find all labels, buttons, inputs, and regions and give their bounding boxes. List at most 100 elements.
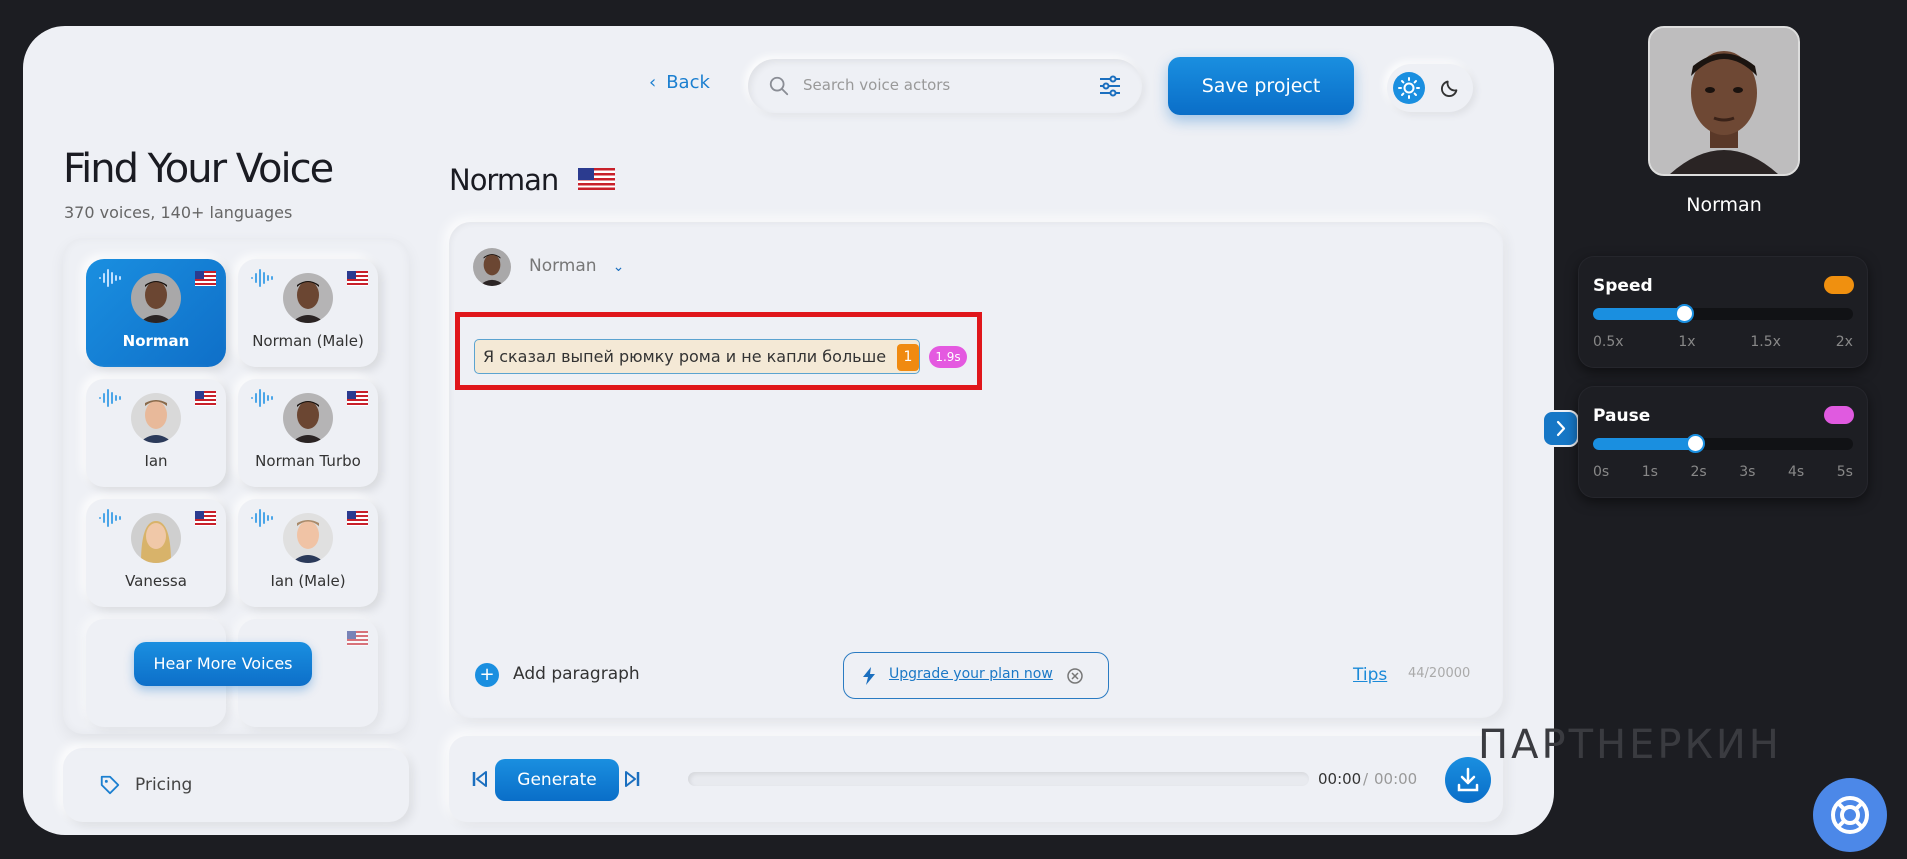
voice-card-ian-male[interactable]: Ian (Male) xyxy=(238,499,378,607)
avatar xyxy=(283,273,333,323)
waveform-icon xyxy=(99,389,121,407)
voice-name: Vanessa xyxy=(125,572,187,590)
waveform-icon xyxy=(251,509,273,527)
pause-tick: 4s xyxy=(1788,464,1805,480)
pause-label: Pause xyxy=(1593,406,1651,426)
waveform-icon xyxy=(251,389,273,407)
pause-tick: 2s xyxy=(1690,464,1707,480)
search-input[interactable]: Search voice actors xyxy=(803,76,950,94)
voice-name: Ian (Male) xyxy=(270,572,346,590)
speed-tick: 1.5x xyxy=(1750,334,1781,350)
watermark: ПАРТНЕРКИН xyxy=(1478,722,1782,768)
search-icon xyxy=(769,76,789,96)
voice-title: Norman xyxy=(449,163,559,197)
pause-slider[interactable] xyxy=(1593,434,1853,453)
selected-voice-name: Norman xyxy=(1686,194,1762,216)
avatar xyxy=(131,273,181,323)
voice-card-ian[interactable]: Ian xyxy=(86,379,226,487)
waveform-icon xyxy=(99,269,121,287)
voice-selector-label: Norman xyxy=(529,256,597,276)
voice-name: Norman xyxy=(122,332,190,350)
us-flag-icon xyxy=(347,511,368,526)
sun-icon xyxy=(1398,77,1420,99)
voice-card-norman[interactable]: Norman xyxy=(86,259,226,367)
chevron-right-icon xyxy=(1556,420,1566,437)
character-counter: 44/20000 xyxy=(1408,666,1471,681)
back-button[interactable]: ‹ Back xyxy=(649,72,710,93)
close-icon[interactable] xyxy=(1066,667,1084,685)
us-flag-icon xyxy=(347,271,368,286)
avatar xyxy=(131,513,181,563)
main-panel: Find Your Voice 370 voices, 140+ languag… xyxy=(23,26,1554,835)
speed-tick: 1x xyxy=(1678,334,1696,350)
panel-toggle-button[interactable] xyxy=(1542,410,1579,447)
tag-icon xyxy=(100,775,120,795)
duration-badge: 1.9s xyxy=(929,346,967,368)
voice-photo xyxy=(1648,26,1800,176)
filter-icon[interactable] xyxy=(1098,75,1122,97)
pause-tick: 0s xyxy=(1593,464,1610,480)
lightning-icon xyxy=(863,667,875,685)
theme-toggle[interactable] xyxy=(1387,64,1473,112)
us-flag-icon xyxy=(195,391,216,406)
page-title: Find Your Voice xyxy=(63,146,334,192)
speed-tick: 0.5x xyxy=(1593,334,1624,350)
us-flag-icon xyxy=(578,168,615,190)
voice-avatar xyxy=(473,248,511,286)
voice-selector[interactable]: Norman ⌄ xyxy=(529,256,624,276)
pricing-link[interactable]: Pricing xyxy=(63,748,409,822)
us-flag-icon xyxy=(347,391,368,406)
chevron-left-icon: ‹ xyxy=(649,72,657,93)
pause-tick: 3s xyxy=(1739,464,1756,480)
speed-control: Speed 0.5x 1x 1.5x 2x xyxy=(1578,256,1868,368)
pause-tick: 5s xyxy=(1836,464,1853,480)
generate-button[interactable]: Generate xyxy=(495,759,619,801)
upgrade-link[interactable]: Upgrade your plan now xyxy=(889,666,1053,682)
playback-progress[interactable] xyxy=(688,772,1309,786)
light-mode-button[interactable] xyxy=(1393,72,1425,104)
total-time: 00:00 xyxy=(1374,770,1418,788)
search-bar[interactable]: Search voice actors xyxy=(748,59,1142,113)
voice-name: Norman Turbo xyxy=(255,452,361,470)
skip-forward-icon[interactable] xyxy=(624,771,640,787)
us-flag-icon xyxy=(195,511,216,526)
us-flag-icon xyxy=(195,271,216,286)
speed-slider-handle[interactable] xyxy=(1675,304,1694,323)
voice-name: Ian xyxy=(144,452,168,470)
current-time: 00:00 xyxy=(1318,770,1362,788)
avatar xyxy=(131,393,181,443)
pricing-label: Pricing xyxy=(135,775,193,795)
page-subtitle: 370 voices, 140+ languages xyxy=(64,203,293,222)
moon-icon[interactable] xyxy=(1439,77,1461,99)
avatar xyxy=(283,513,333,563)
add-paragraph-icon[interactable]: + xyxy=(475,663,499,687)
text-editor xyxy=(449,222,1503,718)
speed-label: Speed xyxy=(1593,276,1653,296)
voice-card-norman-male[interactable]: Norman (Male) xyxy=(238,259,378,367)
speed-slider[interactable] xyxy=(1593,304,1853,323)
add-paragraph-button[interactable]: Add paragraph xyxy=(513,664,640,684)
hear-more-voices-button[interactable]: Hear More Voices xyxy=(134,642,312,686)
help-button[interactable] xyxy=(1813,778,1887,852)
waveform-icon xyxy=(251,269,273,287)
chevron-down-icon: ⌄ xyxy=(612,259,625,275)
time-separator: / xyxy=(1363,770,1369,788)
back-label: Back xyxy=(666,72,710,93)
waveform-icon xyxy=(99,509,121,527)
speed-color-dot[interactable] xyxy=(1824,276,1854,294)
speed-tick: 2x xyxy=(1835,334,1853,350)
skip-back-icon[interactable] xyxy=(472,771,488,787)
upgrade-banner: Upgrade your plan now xyxy=(843,652,1109,699)
lifebuoy-icon xyxy=(1831,796,1869,834)
avatar xyxy=(283,393,333,443)
tips-link[interactable]: Tips xyxy=(1353,665,1387,685)
pause-control: Pause 0s 1s 2s 3s 4s 5s xyxy=(1578,386,1868,498)
paragraph-text-input[interactable]: Я сказал выпей рюмку рома и не капли бол… xyxy=(474,339,920,374)
pause-tick: 1s xyxy=(1641,464,1658,480)
voice-name: Norman (Male) xyxy=(252,332,364,350)
save-project-button[interactable]: Save project xyxy=(1168,57,1354,115)
pause-slider-handle[interactable] xyxy=(1686,434,1705,453)
voice-card-norman-turbo[interactable]: Norman Turbo xyxy=(238,379,378,487)
voice-card-vanessa[interactable]: Vanessa xyxy=(86,499,226,607)
pause-color-dot[interactable] xyxy=(1824,406,1854,424)
